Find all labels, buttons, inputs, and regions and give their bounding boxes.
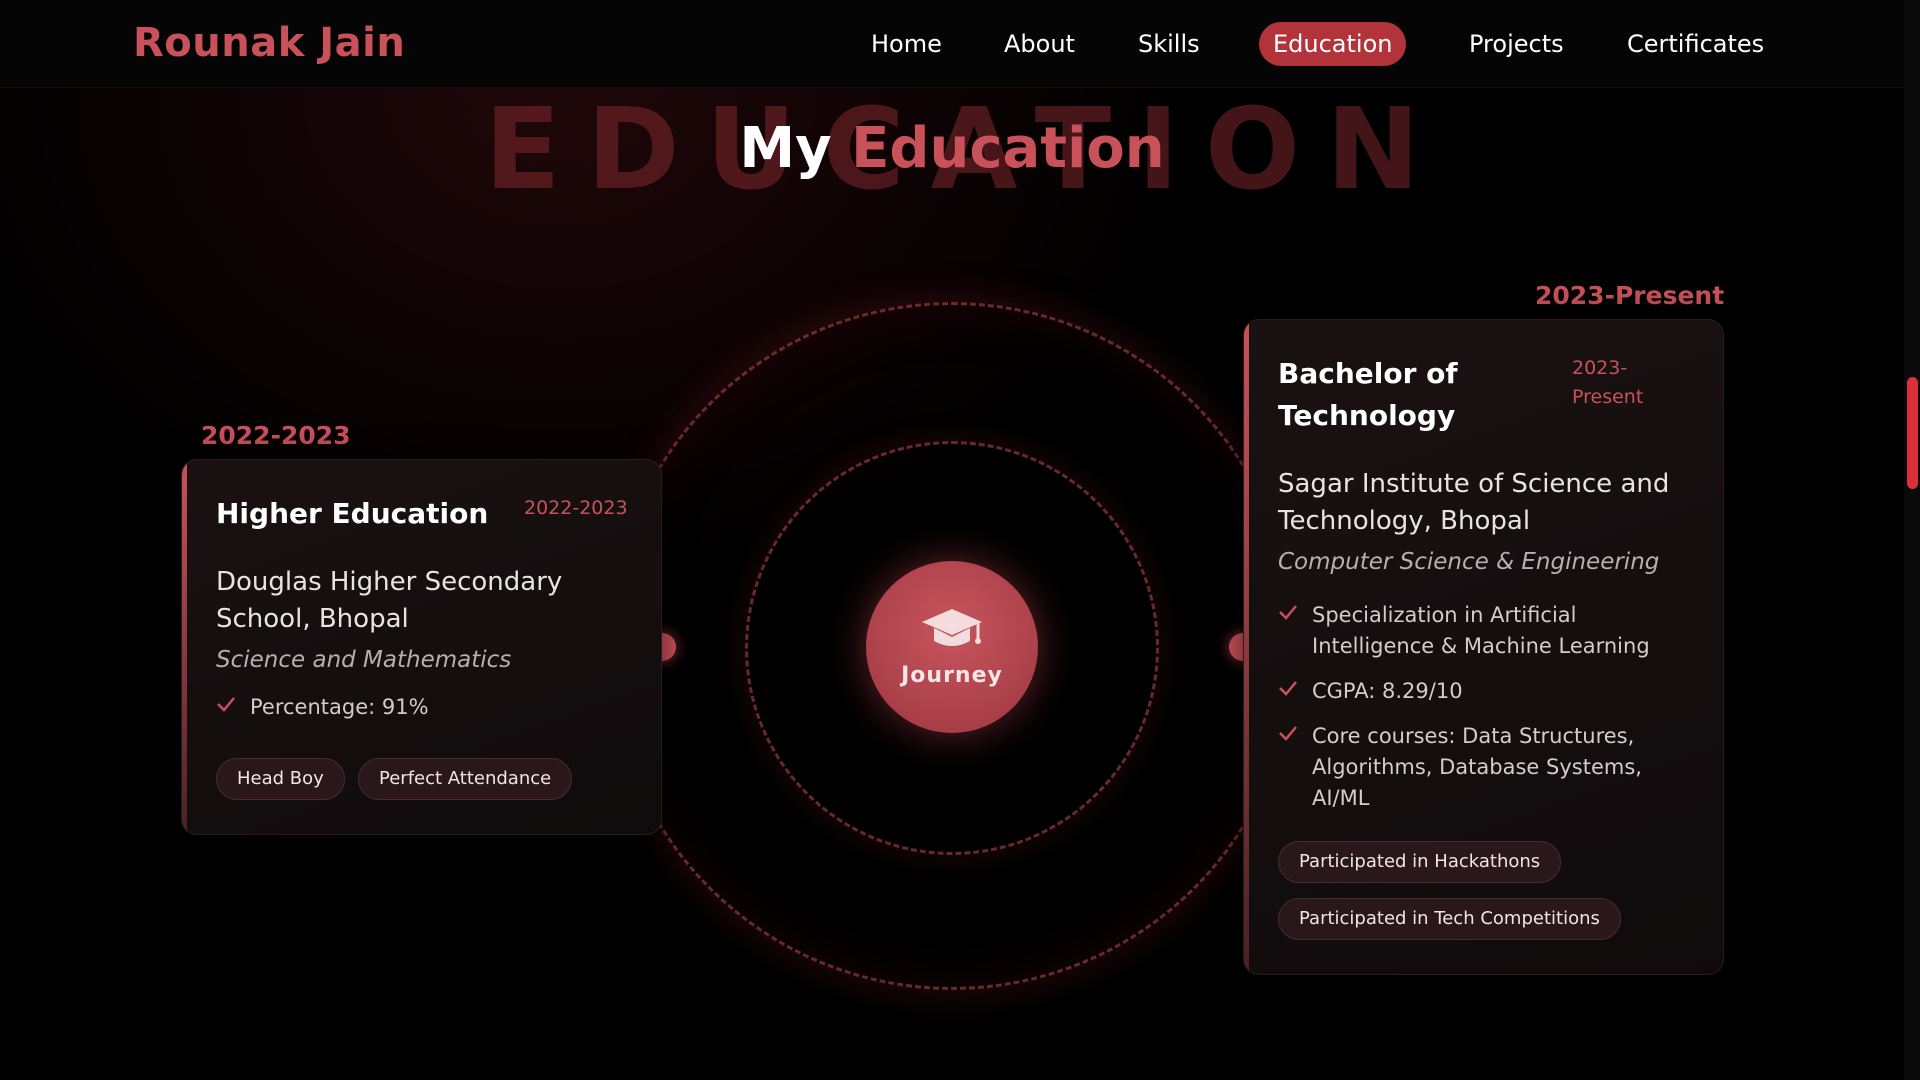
bullet-text: Core courses: Data Structures, Algorithm…: [1312, 724, 1642, 810]
list-item: Core courses: Data Structures, Algorithm…: [1278, 721, 1678, 814]
list-item: Percentage: 91%: [216, 692, 429, 723]
education-card-btech: Bachelor of Technology 2023-Present Saga…: [1243, 319, 1724, 975]
tag-tech-competitions: Participated in Tech Competitions: [1278, 898, 1621, 940]
nav-home[interactable]: Home: [871, 22, 942, 66]
tag-perfect-attendance: Perfect Attendance: [358, 758, 573, 800]
nav-skills[interactable]: Skills: [1138, 22, 1200, 66]
card-date: 2023-Present: [1572, 357, 1644, 408]
timeline-year-label: 2023-Present: [1535, 281, 1725, 310]
nav-education[interactable]: Education: [1259, 22, 1407, 66]
check-icon: [1279, 726, 1297, 741]
check-icon: [1279, 681, 1297, 696]
card-field: Science and Mathematics: [216, 647, 512, 673]
section-title-highlight: Education: [851, 116, 1165, 181]
list-item: Specialization in Artificial Intelligenc…: [1278, 600, 1698, 662]
bullet-text: Percentage: 91%: [250, 695, 429, 719]
bullet-text: Specialization in Artificial Intelligenc…: [1312, 603, 1650, 658]
scrollbar-thumb[interactable]: [1907, 377, 1918, 489]
card-school: Douglas Higher Secondary School, Bhopal: [216, 567, 563, 634]
section-title: My Education: [0, 116, 1904, 181]
list-item: CGPA: 8.29/10: [1278, 676, 1698, 707]
tag-head-boy: Head Boy: [216, 758, 345, 800]
tag-hackathons: Participated in Hackathons: [1278, 841, 1562, 883]
brand-logo[interactable]: Rounak Jain: [133, 20, 405, 66]
navbar: Rounak Jain Home About Skills Education …: [0, 0, 1904, 88]
graduation-cap-icon: [922, 608, 982, 646]
journey-label: Journey: [901, 662, 1003, 688]
nav-projects[interactable]: Projects: [1469, 22, 1564, 66]
timeline-year-label: 2022-2023: [201, 421, 351, 450]
card-date: 2022-2023: [524, 497, 628, 519]
card-title: Bachelor of Technology: [1278, 357, 1458, 432]
card-field: Computer Science & Engineering: [1278, 549, 1660, 575]
card-title: Higher Education: [216, 497, 489, 530]
card-school: Sagar Institute of Science and Technolog…: [1278, 469, 1670, 536]
check-icon: [217, 697, 235, 712]
bullet-text: CGPA: 8.29/10: [1312, 679, 1463, 703]
nav-about[interactable]: About: [1004, 22, 1075, 66]
scrollbar-track[interactable]: [1904, 0, 1920, 1080]
check-icon: [1279, 605, 1297, 620]
education-card-higher-secondary: Higher Education 2022-2023 Douglas Highe…: [181, 459, 662, 835]
nav-certificates[interactable]: Certificates: [1627, 22, 1764, 66]
journey-center: Journey: [866, 561, 1038, 733]
section-title-prefix: My: [739, 116, 832, 181]
